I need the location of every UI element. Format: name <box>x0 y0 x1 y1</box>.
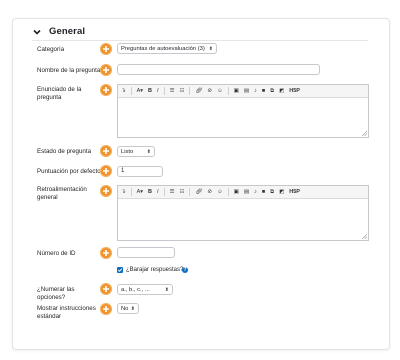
required-icon <box>100 247 112 259</box>
show-instructions-label: Mostrar instrucciones estándar <box>37 305 96 320</box>
select-caret-icon: ⬍ <box>146 149 151 155</box>
general-feedback-label: Retroalimentación general <box>37 186 87 201</box>
required-icon <box>100 64 112 76</box>
manage-files-icon[interactable]: ⧉ <box>270 85 274 97</box>
font-style-button[interactable]: A ▾ <box>137 186 143 198</box>
resize-handle-icon[interactable] <box>362 131 367 136</box>
question-text-editor[interactable]: ↴ A ▾ B I ☰ ☷ 🔗︎ ⊘ ☺ ▣ ▤ ♪ ■ ⧉ ◩ H5P <box>117 84 369 138</box>
record-audio-icon[interactable]: ♪ <box>254 186 257 198</box>
bold-button[interactable]: B <box>148 85 152 97</box>
required-icon <box>100 145 112 157</box>
numbering-label: ¿Numerar las opciones? <box>37 286 75 301</box>
bold-button[interactable]: B <box>148 186 152 198</box>
category-select[interactable]: Preguntas de autoevaluación (3) ⬍ <box>117 43 217 54</box>
image-icon[interactable]: ▣ <box>234 85 239 97</box>
unlink-icon[interactable]: ⊘ <box>207 186 212 198</box>
required-icon <box>100 303 112 315</box>
required-icon <box>100 165 112 177</box>
select-caret-icon: ⬍ <box>130 306 135 312</box>
ordered-list-icon[interactable]: ☷ <box>180 186 185 198</box>
image-icon[interactable]: ▣ <box>234 186 239 198</box>
section-divider <box>32 40 368 41</box>
record-video-icon[interactable]: ■ <box>262 85 265 97</box>
section-header-general[interactable]: General <box>32 26 85 37</box>
h5p-label-icon[interactable]: H5P <box>289 85 300 97</box>
question-status-value: Listo <box>121 149 134 155</box>
record-audio-icon[interactable]: ♪ <box>254 85 257 97</box>
question-text-label: Enunciado de la pregunta <box>37 86 82 101</box>
collapse-toolbar-button[interactable]: ↴ <box>121 186 126 198</box>
chevron-down-icon <box>33 29 41 35</box>
editor-toolbar: ↴ A ▾ B I ☰ ☷ 🔗︎ ⊘ ☺ ▣ ▤ ♪ ■ ⧉ ◩ H5P <box>118 85 368 98</box>
id-number-label: Número de ID <box>37 250 76 257</box>
category-label: Categoría <box>37 46 65 53</box>
show-instructions-select[interactable]: No ⬍ <box>117 303 139 314</box>
shuffle-checkbox[interactable] <box>117 267 123 273</box>
required-icon <box>100 43 112 55</box>
emoji-icon[interactable]: ☺ <box>217 186 223 198</box>
unordered-list-icon[interactable]: ☰ <box>170 85 175 97</box>
italic-button[interactable]: I <box>157 186 159 198</box>
select-caret-icon: ⬍ <box>208 46 213 52</box>
media-icon[interactable]: ▤ <box>244 186 249 198</box>
link-icon[interactable]: 🔗︎ <box>195 186 202 198</box>
shuffle-label: ¿Barajar respuestas? <box>126 267 184 273</box>
required-icon <box>100 84 112 96</box>
required-icon <box>100 185 112 197</box>
link-icon[interactable]: 🔗︎ <box>195 85 202 97</box>
numbering-select[interactable]: a., b., c., ... ⬍ <box>117 284 173 295</box>
font-style-button[interactable]: A ▾ <box>137 85 143 97</box>
manage-files-icon[interactable]: ⧉ <box>270 186 274 198</box>
h5p-icon[interactable]: ◩ <box>279 85 284 97</box>
collapse-toolbar-button[interactable]: ↴ <box>121 85 126 97</box>
media-icon[interactable]: ▤ <box>244 85 249 97</box>
section-title: General <box>49 26 86 37</box>
resize-handle-icon[interactable] <box>362 234 367 239</box>
unlink-icon[interactable]: ⊘ <box>207 85 212 97</box>
category-select-value: Preguntas de autoevaluación (3) <box>121 46 205 52</box>
question-status-label: Estado de pregunta <box>37 148 92 155</box>
unordered-list-icon[interactable]: ☰ <box>170 186 175 198</box>
general-feedback-editor[interactable]: ↴ A ▾ B I ☰ ☷ 🔗︎ ⊘ ☺ ▣ ▤ ♪ ■ ⧉ ◩ H5P <box>117 185 369 241</box>
h5p-icon[interactable]: ◩ <box>279 186 284 198</box>
help-icon[interactable]: ? <box>182 267 188 273</box>
h5p-label-icon[interactable]: H5P <box>289 186 300 198</box>
id-number-input[interactable] <box>117 247 175 258</box>
required-icon <box>100 283 112 295</box>
ordered-list-icon[interactable]: ☷ <box>180 85 185 97</box>
italic-button[interactable]: I <box>157 85 159 97</box>
numbering-value: a., b., c., ... <box>121 287 150 293</box>
default-mark-input[interactable]: 1 <box>117 166 163 177</box>
select-caret-icon: ⬍ <box>164 287 169 293</box>
default-mark-label: Puntuación por defecto <box>37 168 101 175</box>
emoji-icon[interactable]: ☺ <box>217 85 223 97</box>
editor-toolbar: ↴ A ▾ B I ☰ ☷ 🔗︎ ⊘ ☺ ▣ ▤ ♪ ■ ⧉ ◩ H5P <box>118 186 368 199</box>
record-video-icon[interactable]: ■ <box>262 186 265 198</box>
show-instructions-value: No <box>121 306 129 312</box>
question-status-select[interactable]: Listo ⬍ <box>117 146 155 157</box>
question-name-label: Nombre de la pregunta <box>37 67 101 74</box>
question-name-input[interactable] <box>117 64 320 75</box>
